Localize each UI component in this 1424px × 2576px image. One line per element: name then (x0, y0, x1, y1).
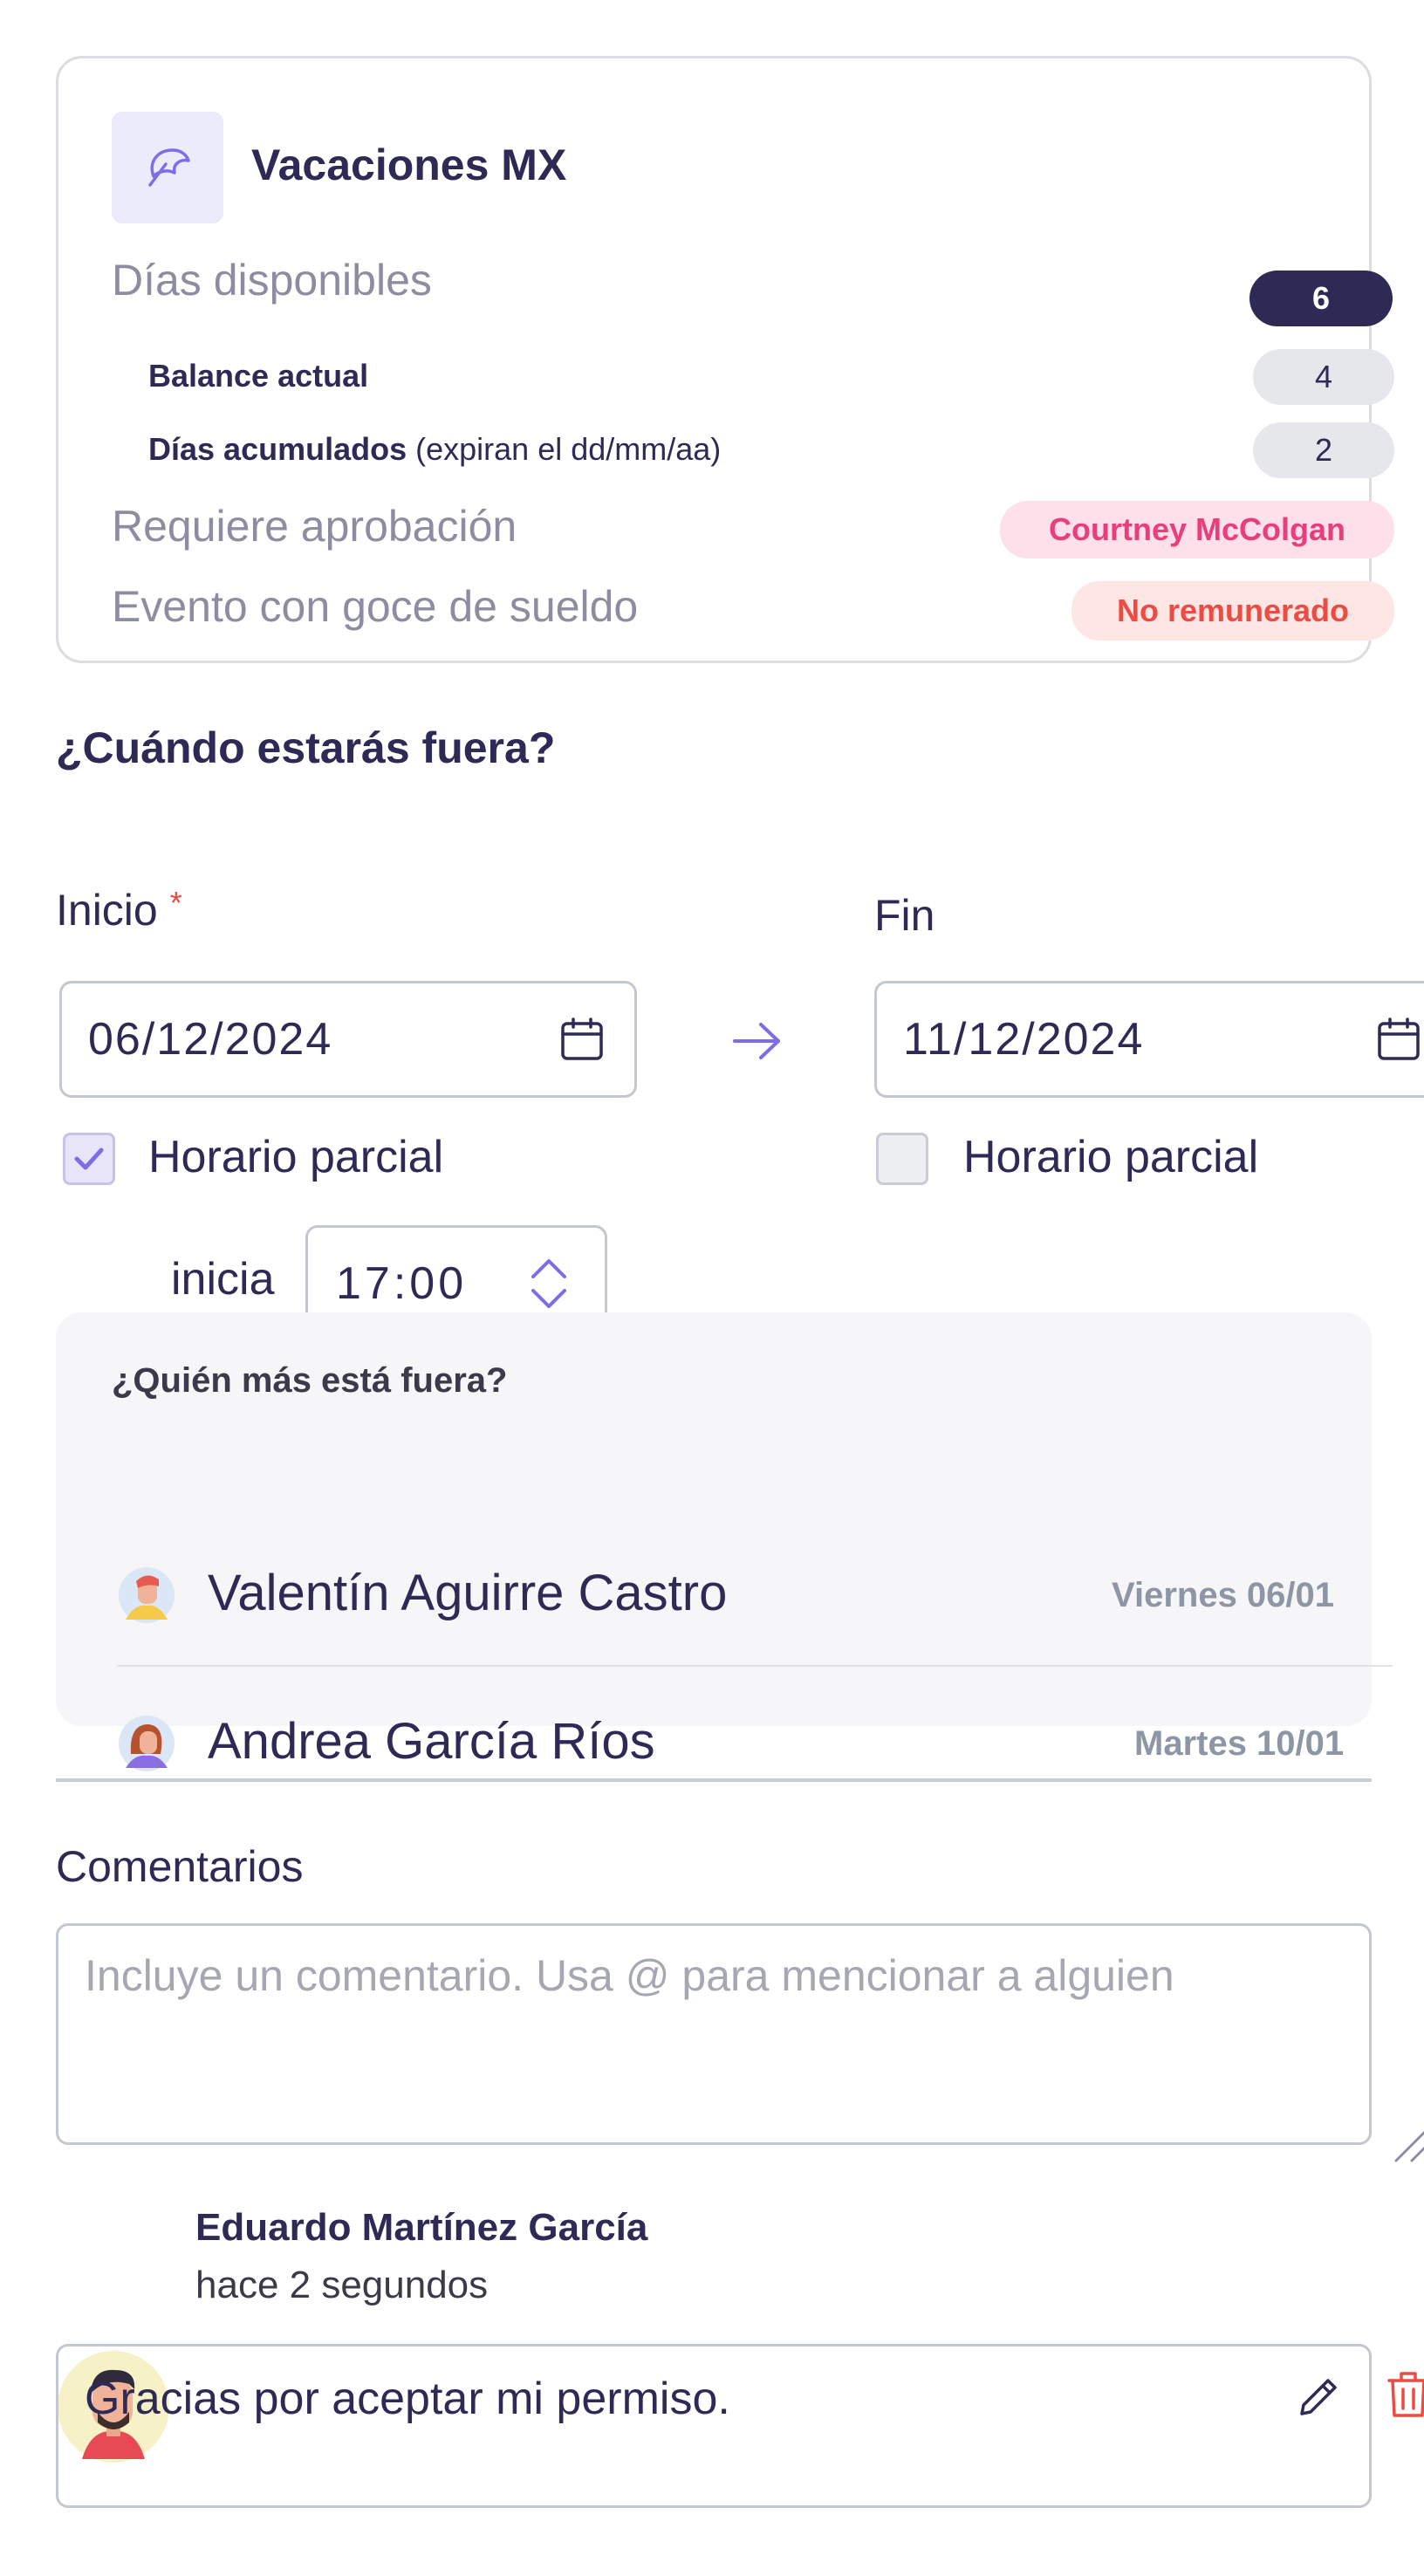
person-name: Valentín Aguirre Castro (208, 1565, 728, 1621)
comment-text: Gracias por aceptar mi permiso. (85, 2374, 730, 2424)
accrued-badge: 2 (1253, 422, 1394, 478)
stepper-icon[interactable] (528, 1254, 570, 1313)
approval-label: Requiere aprobación (112, 502, 517, 551)
balance-badge: 4 (1253, 349, 1394, 405)
comment-body[interactable]: Gracias por aceptar mi permiso. (56, 2344, 1372, 2508)
start-time-value: 17:00 (336, 1257, 528, 1310)
checkmark-icon (74, 1148, 104, 1170)
calendar-icon[interactable] (1376, 1017, 1421, 1062)
accrued-label: Días acumulados (expiran el dd/mm/aa) (148, 431, 721, 468)
available-days-badge: 6 (1249, 271, 1393, 326)
calendar-icon[interactable] (559, 1017, 605, 1062)
accrued-note: (expiran el dd/mm/aa) (415, 431, 722, 467)
approver-badge: Courtney McColgan (1000, 501, 1394, 558)
paid-status-badge: No remunerado (1071, 581, 1394, 641)
umbrella-icon (148, 148, 190, 187)
comment-placeholder: Incluye un comentario. Usa @ para mencio… (85, 1951, 1174, 2000)
trash-icon[interactable] (1384, 2368, 1424, 2421)
end-partial-checkbox[interactable] (876, 1133, 928, 1185)
resize-handle-icon[interactable] (1393, 2119, 1424, 2164)
comment-author: Eduardo Martínez García (195, 2206, 648, 2249)
comments-label: Comentarios (56, 1842, 304, 1891)
required-mark: * (169, 885, 182, 921)
avatar (119, 1567, 175, 1623)
person-date: Martes 10/01 (1134, 1724, 1345, 1763)
start-time-minutes: 00 (409, 1258, 468, 1309)
avatar (119, 1716, 175, 1771)
start-time-hours: 17 (336, 1258, 394, 1309)
paid-label: Evento con goce de sueldo (112, 582, 639, 631)
comment-timestamp: hace 2 segundos (195, 2264, 489, 2306)
balance-label-text: Balance actual (148, 358, 369, 394)
section-divider (56, 1778, 1372, 1782)
who-else-title: ¿Quién más está fuera? (112, 1361, 508, 1400)
comment-input[interactable]: Incluye un comentario. Usa @ para mencio… (56, 1923, 1372, 2145)
end-label: Fin (874, 891, 935, 940)
arrow-right-icon (733, 1023, 780, 1059)
start-partial-checkbox[interactable] (63, 1133, 115, 1185)
end-date-input[interactable]: 11/12/2024 (874, 981, 1424, 1098)
end-partial-label: Horario parcial (963, 1132, 1259, 1182)
start-time-separator: : (393, 1258, 410, 1309)
person-date: Viernes 06/01 (1112, 1576, 1335, 1614)
balance-label: Balance actual (148, 358, 368, 394)
policy-icon-tile (112, 112, 223, 223)
end-date-value: 11/12/2024 (903, 1014, 1145, 1065)
policy-title: Vacaciones MX (251, 140, 567, 189)
start-label: Inicio * (56, 885, 182, 935)
when-title: ¿Cuándo estarás fuera? (56, 723, 556, 772)
start-date-value: 06/12/2024 (88, 1014, 333, 1065)
start-partial-label: Horario parcial (148, 1132, 444, 1182)
person-name: Andrea García Ríos (208, 1713, 655, 1770)
accrued-label-text: Días acumulados (148, 431, 407, 467)
start-label-text: Inicio (56, 886, 158, 935)
list-separator (117, 1665, 1393, 1667)
available-days-label: Días disponibles (112, 256, 432, 305)
starts-label: inicia (171, 1254, 275, 1305)
start-date-input[interactable]: 06/12/2024 (59, 981, 637, 1098)
